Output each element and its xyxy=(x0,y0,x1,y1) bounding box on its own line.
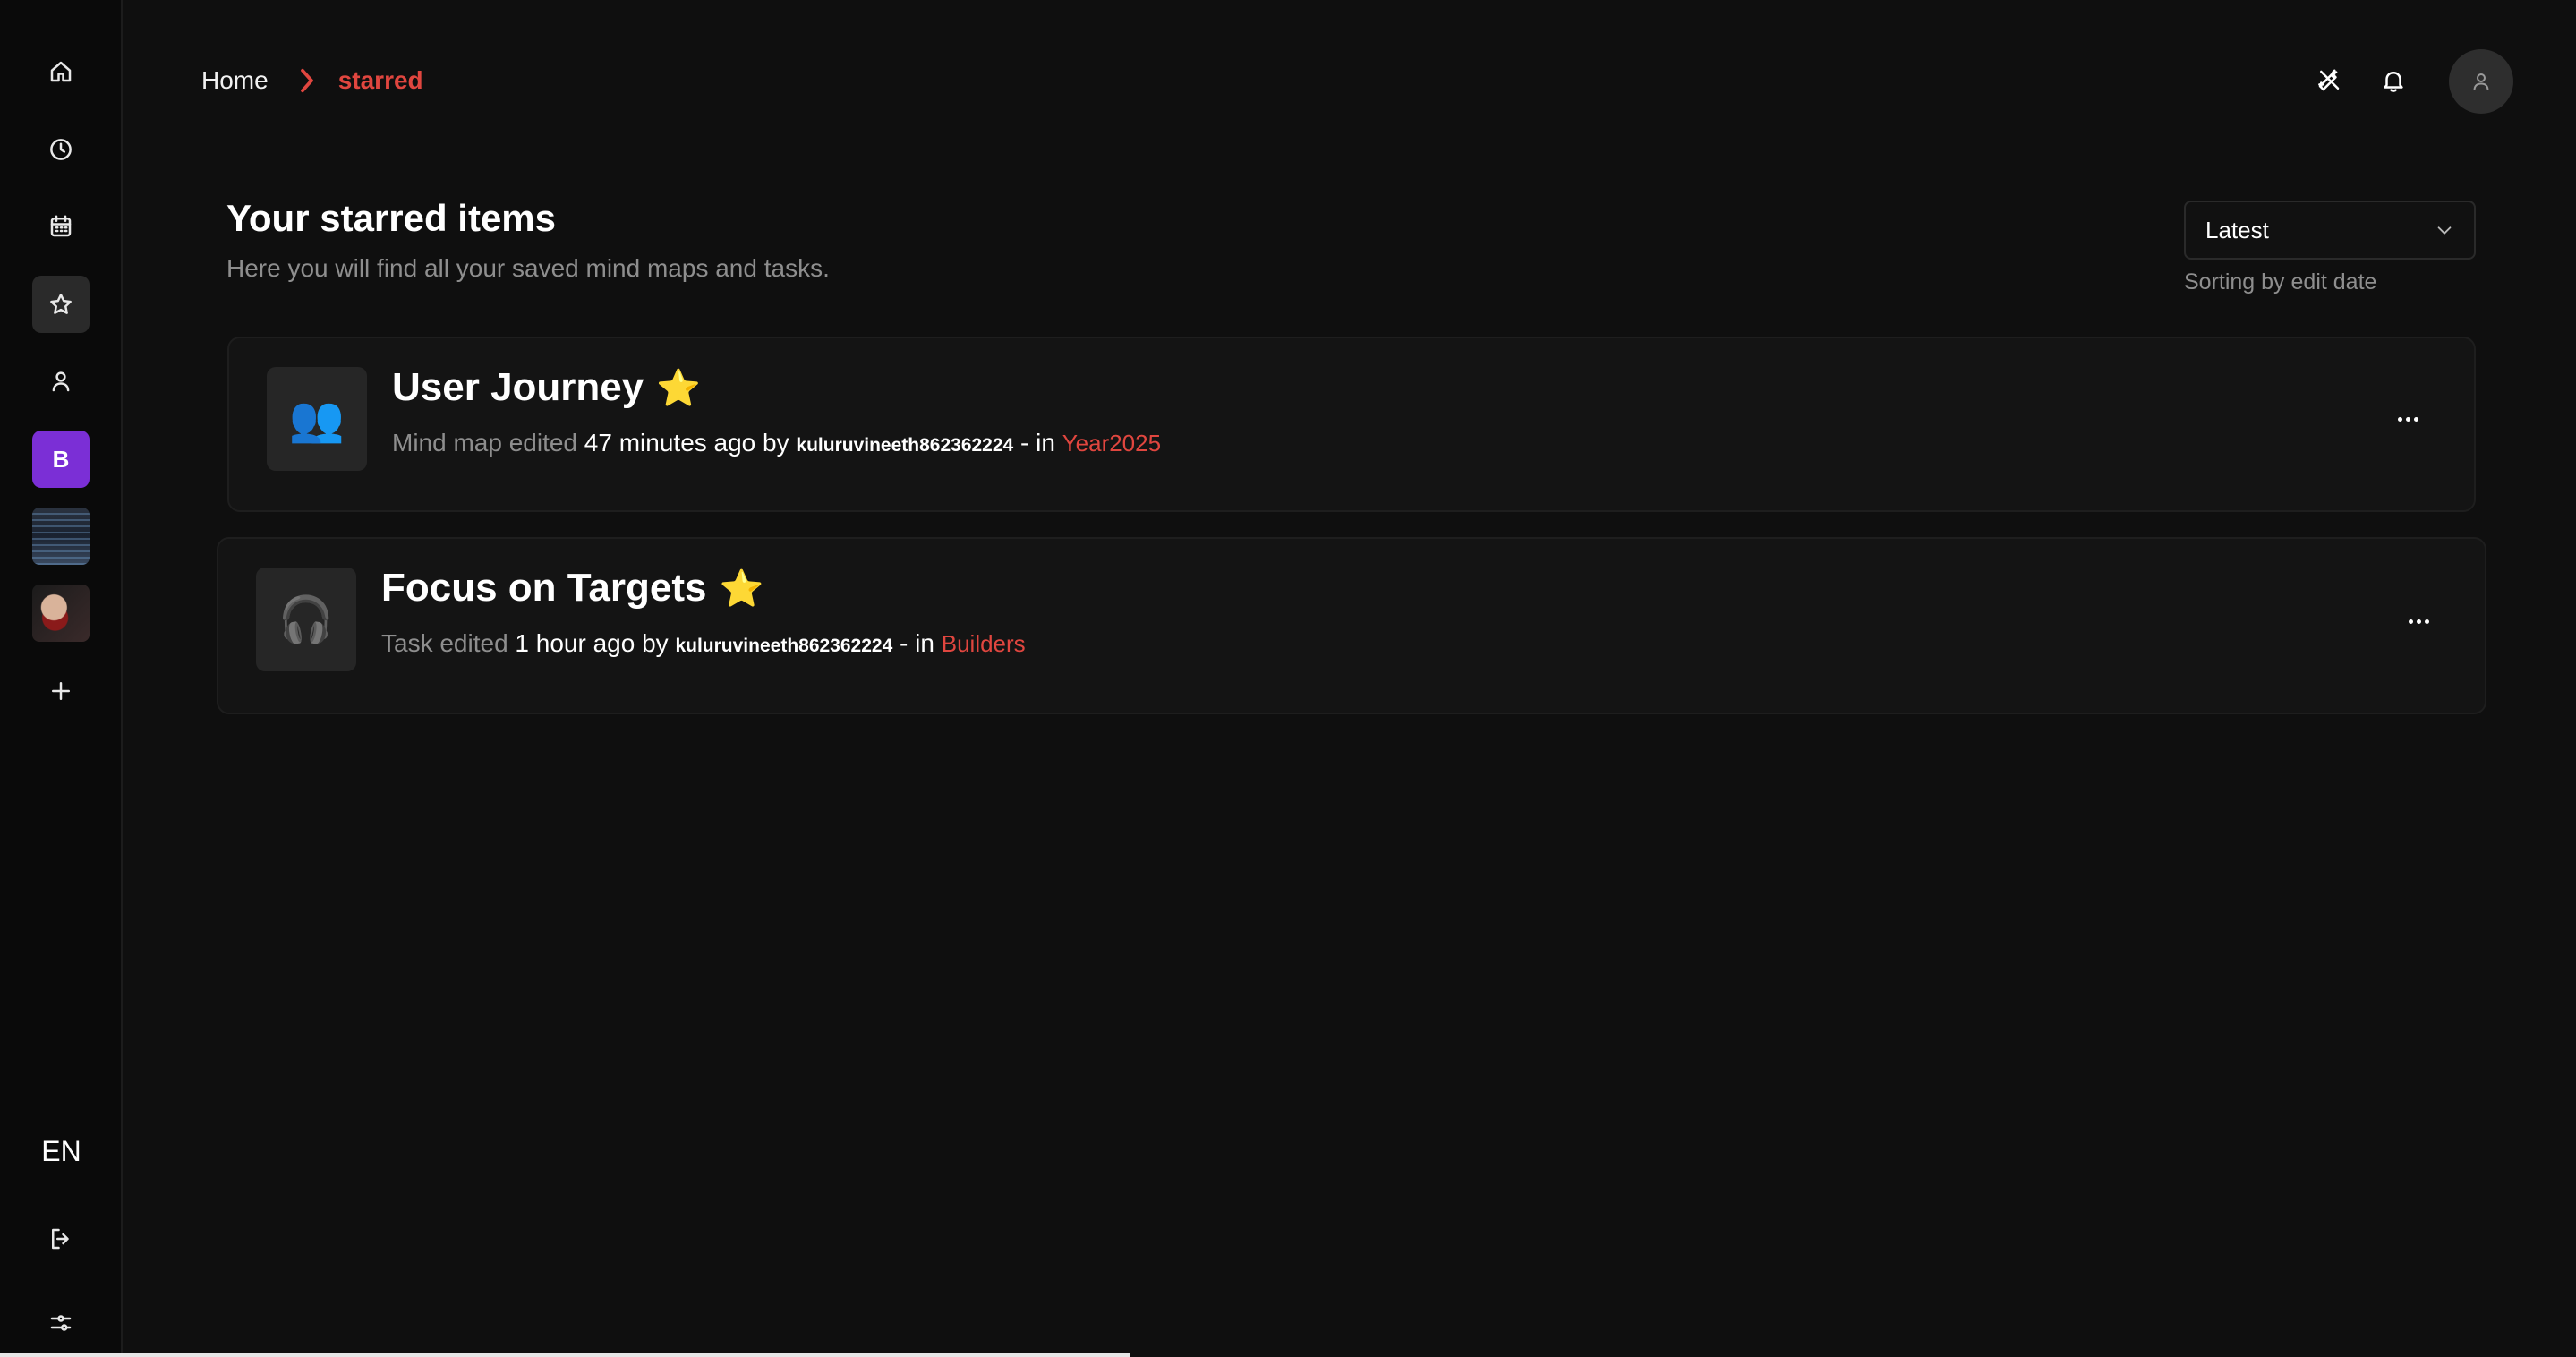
bell-icon xyxy=(2384,72,2403,92)
user-icon xyxy=(52,371,70,392)
logout-button[interactable] xyxy=(32,1210,90,1267)
breadcrumb-home-link[interactable]: Home xyxy=(201,66,269,95)
breadcrumb-current: starred xyxy=(337,66,423,94)
item-time: 1 hour ago xyxy=(515,629,635,657)
starred-item-card[interactable]: 🎧 Focus on Targets ⭐ Task edited 1 hour a… xyxy=(217,537,2486,714)
clock-icon xyxy=(50,139,72,160)
starred-star-icon[interactable]: ⭐ xyxy=(656,369,701,408)
item-user: kuluruvineeth862362224 xyxy=(675,636,893,656)
starred-star-icon[interactable]: ⭐ xyxy=(719,569,763,609)
loading-progress-bar xyxy=(0,1353,1130,1357)
add-workspace-button[interactable] xyxy=(32,662,90,720)
settings-button[interactable] xyxy=(32,1294,90,1352)
item-by: by xyxy=(642,629,669,657)
breadcrumb: Home starred xyxy=(201,63,423,98)
sort-hint: Sorting by edit date xyxy=(2184,269,2377,294)
item-type-text: Task edited xyxy=(381,629,508,657)
home-nav-button[interactable] xyxy=(32,43,90,100)
recent-nav-button[interactable] xyxy=(32,121,90,178)
starred-item-card[interactable]: 👥 User Journey ⭐ Mind map edited 47 minut… xyxy=(227,337,2476,512)
more-options-button[interactable] xyxy=(2390,401,2426,437)
item-title-text: Focus on Targets xyxy=(381,566,707,610)
item-type-text: Mind map edited xyxy=(392,429,578,457)
chevron-right-icon xyxy=(300,68,313,93)
chevron-down-icon xyxy=(2437,226,2452,235)
item-thumbnail: 👥 xyxy=(267,367,367,471)
item-in: - in xyxy=(1020,429,1055,457)
headphones-emoji-icon: 🎧 xyxy=(277,593,335,644)
breadcrumb-separator xyxy=(295,67,319,94)
more-dot xyxy=(2416,619,2421,624)
more-dot xyxy=(2424,619,2429,624)
item-workspace-link[interactable]: Builders xyxy=(942,630,1026,657)
item-meta: Mind map edited 47 minutes ago by kuluru… xyxy=(392,429,1161,457)
home-icon xyxy=(50,61,72,82)
workspace-b-button[interactable]: B xyxy=(32,431,90,488)
more-dot xyxy=(2397,416,2402,422)
calendar-icon xyxy=(50,215,72,237)
magic-pencil-icon xyxy=(2318,69,2340,91)
item-workspace-link[interactable]: Year2025 xyxy=(1062,430,1161,457)
item-time: 47 minutes ago xyxy=(584,429,756,457)
sidebar: B EN xyxy=(0,0,123,1357)
people-emoji-icon: 👥 xyxy=(288,393,345,444)
more-options-button[interactable] xyxy=(2401,603,2436,639)
item-in: - in xyxy=(900,629,934,657)
item-thumbnail: 🎧 xyxy=(256,568,356,671)
sort-selected-value: Latest xyxy=(2205,216,2269,243)
logout-icon xyxy=(52,1228,69,1250)
item-title-text: User Journey xyxy=(392,365,644,409)
more-dot xyxy=(2405,416,2410,422)
plus-icon xyxy=(52,682,70,700)
profile-nav-button[interactable] xyxy=(32,353,90,410)
workspace-image-button-2[interactable] xyxy=(32,585,90,642)
item-user: kuluruvineeth862362224 xyxy=(796,435,1014,456)
workspace-image-button-1[interactable] xyxy=(32,508,90,565)
calendar-nav-button[interactable] xyxy=(32,198,90,255)
user-avatar-button[interactable] xyxy=(2449,49,2513,114)
language-toggle[interactable]: EN xyxy=(0,1135,123,1168)
page-title: Your starred items xyxy=(226,197,557,239)
workspace-letter: B xyxy=(52,445,70,473)
item-by: by xyxy=(763,429,789,457)
item-title[interactable]: User Journey ⭐ xyxy=(392,365,701,410)
item-title[interactable]: Focus on Targets ⭐ xyxy=(381,566,763,610)
more-dot xyxy=(2413,416,2418,422)
starred-nav-button[interactable] xyxy=(32,276,90,333)
page-subtitle: Here you will find all your saved mind m… xyxy=(226,254,830,282)
notifications-button[interactable] xyxy=(2376,63,2411,98)
more-dot xyxy=(2408,619,2413,624)
star-icon xyxy=(50,294,72,314)
item-meta: Task edited 1 hour ago by kuluruvineeth8… xyxy=(381,629,1026,658)
user-avatar-icon xyxy=(2473,73,2489,90)
settings-sliders-icon xyxy=(50,1315,72,1331)
magic-pencil-button[interactable] xyxy=(2311,63,2347,98)
sort-dropdown[interactable]: Latest xyxy=(2184,201,2476,260)
